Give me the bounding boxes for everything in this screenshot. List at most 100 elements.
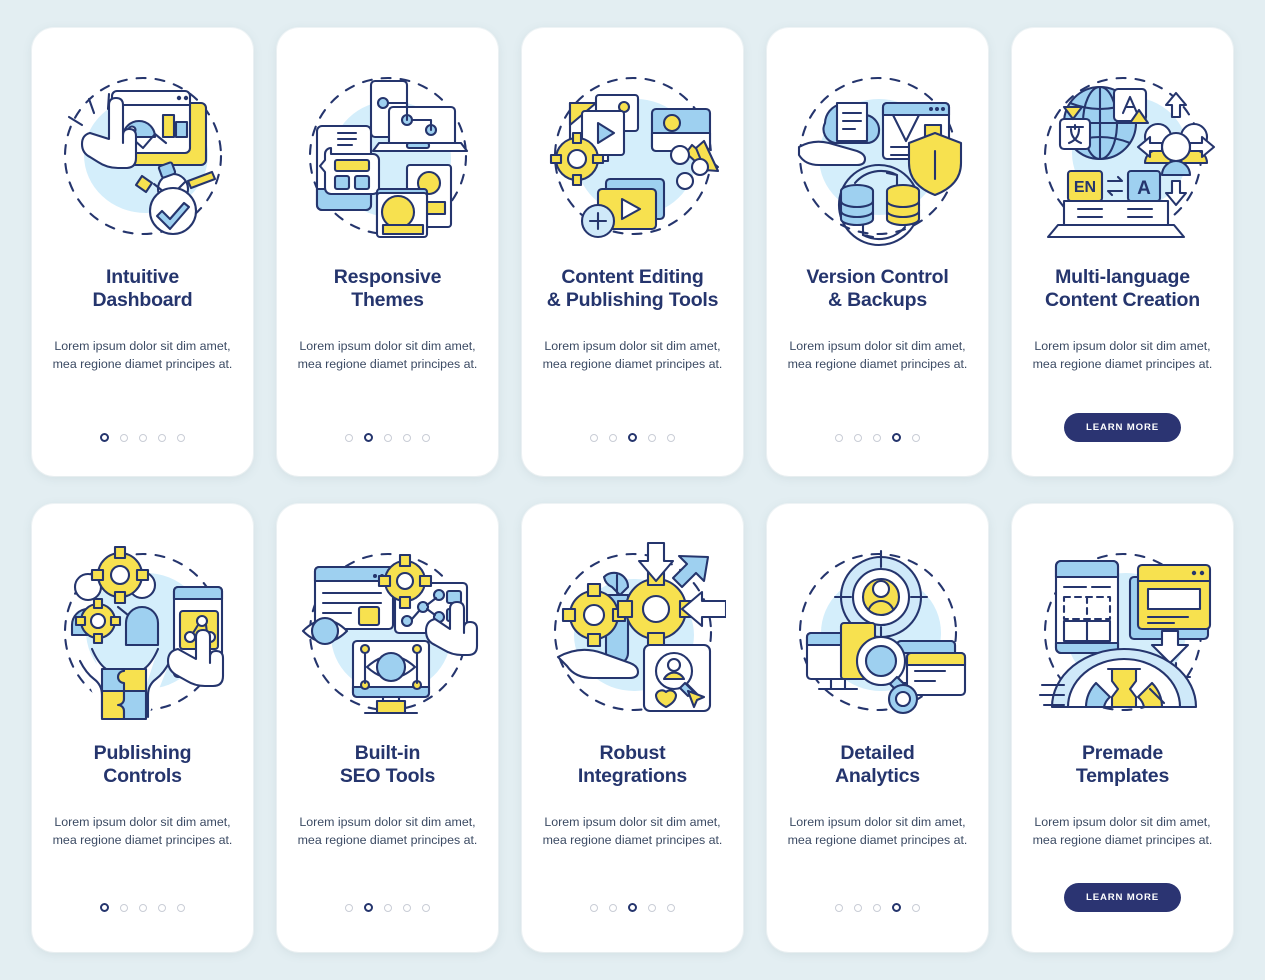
pagination-dots[interactable] [835,433,920,442]
pagination-dot[interactable] [667,433,675,442]
screen-body-text: Lorem ipsum dolor sit dim amet, mea regi… [1032,339,1213,371]
svg-text:EN: EN [1073,179,1095,196]
pagination-dot[interactable] [120,903,128,912]
pagination-dot[interactable] [177,433,185,442]
templates-download-illustration [1026,534,1219,730]
pagination-dot[interactable] [345,903,353,912]
onboarding-screen-builtin-seo-tools[interactable]: Built-in SEO Tools Lorem ipsum dolor sit… [277,504,498,952]
pagination-dot[interactable] [384,433,392,442]
pagination-dot[interactable] [892,903,901,912]
pagination-dot[interactable] [609,433,617,442]
screen-footer [277,903,498,912]
screen-footer [277,433,498,442]
pagination-dots[interactable] [590,433,675,442]
pagination-dot[interactable] [403,433,411,442]
onboarding-screen-publishing-controls[interactable]: Publishing Controls Lorem ipsum dolor si… [32,504,253,952]
screen-body-text: Lorem ipsum dolor sit dim amet, mea regi… [542,339,723,371]
pagination-dot[interactable] [892,433,901,442]
pagination-dot[interactable] [364,433,373,442]
globe-translate-illustration: EN A [1026,58,1219,254]
onboarding-screen-robust-integrations[interactable]: Robust Integrations Lorem ipsum dolor si… [522,504,743,952]
screen-title: Publishing Controls [93,742,192,787]
pagination-dots[interactable] [345,903,430,912]
pagination-dot[interactable] [628,433,637,442]
screen-title: Intuitive Dashboard [92,266,193,311]
screen-body-text: Lorem ipsum dolor sit dim amet, mea regi… [542,815,723,847]
pagination-dot[interactable] [100,903,109,912]
pagination-dot[interactable] [120,433,128,442]
screen-title: Detailed Analytics [835,742,920,787]
learn-more-button[interactable]: LEARN MORE [1064,413,1181,442]
screen-title: Premade Templates [1075,742,1170,787]
pagination-dots[interactable] [835,903,920,912]
pagination-dot[interactable] [158,903,166,912]
pagination-dot[interactable] [667,903,675,912]
team-gears-puzzle-illustration [46,534,239,730]
screen-body-text: Lorem ipsum dolor sit dim amet, mea regi… [787,815,968,847]
onboarding-screen-premade-templates[interactable]: Premade Templates Lorem ipsum dolor sit … [1012,504,1233,952]
pagination-dot[interactable] [873,433,881,442]
screen-title: Built-in SEO Tools [339,742,436,787]
screen-body-text: Lorem ipsum dolor sit dim amet, mea regi… [297,815,478,847]
onboarding-screen-detailed-analytics[interactable]: Detailed Analytics Lorem ipsum dolor sit… [767,504,988,952]
pagination-dot[interactable] [628,903,637,912]
screen-title: Multi-language Content Creation [1045,266,1200,311]
responsive-devices-illustration [291,58,484,254]
screen-footer [767,903,988,912]
pagination-dot[interactable] [835,903,843,912]
screen-title: Robust Integrations [577,742,688,787]
pagination-dot[interactable] [403,903,411,912]
onboarding-screen-intuitive-dashboard[interactable]: Intuitive Dashboard Lorem ipsum dolor si… [32,28,253,476]
pagination-dot[interactable] [912,903,920,912]
pagination-dot[interactable] [590,433,598,442]
pagination-dot[interactable] [100,433,109,442]
learn-more-button[interactable]: LEARN MORE [1064,883,1181,912]
onboarding-screen-content-editing[interactable]: Content Editing & Publishing Tools Lorem… [522,28,743,476]
pagination-dots[interactable] [590,903,675,912]
pagination-dot[interactable] [873,903,881,912]
dashboard-cursor-illustration [46,58,239,254]
media-editing-illustration [536,58,729,254]
pagination-dot[interactable] [648,903,656,912]
onboarding-screen-responsive-themes[interactable]: Responsive Themes Lorem ipsum dolor sit … [277,28,498,476]
screen-body-text: Lorem ipsum dolor sit dim amet, mea regi… [1032,815,1213,847]
screen-footer [767,433,988,442]
pagination-dot[interactable] [139,903,147,912]
pagination-dot[interactable] [609,903,617,912]
pagination-dot[interactable] [158,433,166,442]
pagination-dot[interactable] [648,433,656,442]
screen-title: Version Control & Backups [806,266,949,311]
wrench-gears-arrows-illustration [536,534,729,730]
pagination-dots[interactable] [100,433,185,442]
pagination-dot[interactable] [345,433,353,442]
pagination-dots[interactable] [345,433,430,442]
screen-body-text: Lorem ipsum dolor sit dim amet, mea regi… [297,339,478,371]
pagination-dot[interactable] [422,903,430,912]
screen-title: Responsive Themes [333,266,442,311]
svg-text:A: A [1137,178,1151,199]
pagination-dot[interactable] [384,903,392,912]
pagination-dots[interactable] [100,903,185,912]
screen-footer [32,903,253,912]
pagination-dot[interactable] [139,433,147,442]
screen-title: Content Editing & Publishing Tools [546,266,719,311]
screen-body-text: Lorem ipsum dolor sit dim amet, mea regi… [52,815,233,847]
pagination-dot[interactable] [590,903,598,912]
analytics-target-devices-illustration [781,534,974,730]
screen-footer [32,433,253,442]
screen-body-text: Lorem ipsum dolor sit dim amet, mea regi… [52,339,233,371]
screen-footer: LEARN MORE [1012,883,1233,912]
onboarding-screen-version-control[interactable]: Version Control & Backups Lorem ipsum do… [767,28,988,476]
pagination-dot[interactable] [912,433,920,442]
pagination-dot[interactable] [177,903,185,912]
pagination-dot[interactable] [835,433,843,442]
pagination-dot[interactable] [422,433,430,442]
screen-footer [522,433,743,442]
onboarding-screen-multi-language[interactable]: EN A Multi-language Content Creation Lor… [1012,28,1233,476]
screen-footer [522,903,743,912]
pagination-dot[interactable] [854,903,862,912]
seo-eye-monitor-illustration [291,534,484,730]
pagination-dot[interactable] [854,433,862,442]
screen-footer: LEARN MORE [1012,413,1233,442]
pagination-dot[interactable] [364,903,373,912]
